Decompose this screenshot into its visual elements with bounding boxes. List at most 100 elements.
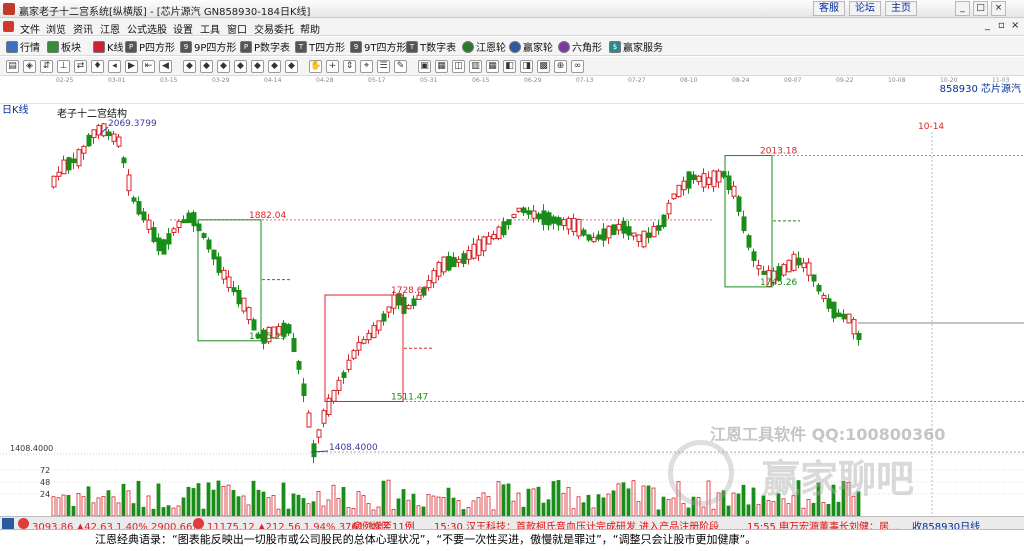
volume-bar [826,503,831,516]
ticker-table-icon [2,518,14,529]
menu-file[interactable]: 文件 [20,21,40,36]
forum-button[interactable]: 论坛 [849,1,881,16]
tool-icon[interactable]: ☰ [377,60,390,73]
9t-square-button[interactable]: 9 9T四方形 [350,39,406,54]
menu-settings[interactable]: 设置 [173,21,193,36]
tool-icon[interactable]: ∞ [571,60,584,73]
tool-icon[interactable]: ◂ [108,60,121,73]
menu-formula[interactable]: 公式选股 [127,21,167,36]
candle-body [661,214,667,228]
volume-bar [451,497,456,516]
9p-square-button[interactable]: 9 9P四方形 [180,39,236,54]
news-item[interactable]: 15:55 申万宏源董事长刘健：居… [747,518,899,529]
market-ticker: 3093.86 ▲42.63 1.40% 2900.66亿 11175.12 ▲… [0,516,1024,530]
watermark-seal-icon [668,440,734,506]
volume-bar [671,497,676,516]
candle-body [846,313,852,324]
hexagon-button[interactable]: 六角形 [558,39,602,54]
tool-icon[interactable]: ⊥ [57,60,70,73]
tool-icon[interactable]: ◆ [251,60,264,73]
candle-body [671,193,677,200]
tool-icon[interactable]: ◆ [268,60,281,73]
candle-body [111,133,117,142]
volume-bar [526,488,531,516]
tool-icon[interactable]: ◆ [234,60,247,73]
mdi-close-icon[interactable]: × [1011,20,1019,31]
tool-icon[interactable]: ▩ [537,60,550,73]
t-square-button[interactable]: T T四方形 [295,39,345,54]
tool-icon[interactable]: ✋ [309,60,322,73]
p-number-table-button[interactable]: P P数字表 [240,39,290,54]
menu-browse[interactable]: 浏览 [46,21,66,36]
tool-icon[interactable]: ⇄ [74,60,87,73]
winner-service-button[interactable]: $ 赢家服务 [609,39,663,54]
tool-icon[interactable]: ✎ [394,60,407,73]
tool-icon[interactable]: ◀ [159,60,172,73]
candle-body [61,159,67,175]
date-tick: 08-10 [680,77,698,84]
tool-icon[interactable]: ▦ [435,60,448,73]
candle-body [566,217,572,230]
quote-button[interactable]: 行情 [6,39,40,54]
p-square-button[interactable]: P P四方形 [125,39,175,54]
tool-icon[interactable]: ◆ [183,60,196,73]
volume-bar [651,487,656,516]
price-label: 1882.04 [249,211,286,221]
minimize-icon[interactable]: _ [955,1,970,16]
tool-icon[interactable]: ◆ [217,60,230,73]
close-icon[interactable]: × [991,1,1006,16]
kline-button[interactable]: K线 [93,39,124,54]
t-number-table-button[interactable]: T T数字表 [406,39,456,54]
tool-icon[interactable]: ⊕ [554,60,567,73]
tool-icon[interactable]: ⌖ [360,60,373,73]
date-tick: 03-15 [160,77,178,84]
tool-icon[interactable]: ⇵ [40,60,53,73]
tool-icon[interactable]: ▶ [125,60,138,73]
app-logo-icon [3,3,15,15]
candle-body [541,210,547,225]
menu-info[interactable]: 资讯 [73,21,93,36]
tool-icon[interactable]: ▤ [6,60,19,73]
sh-index-icon [18,518,29,529]
candle-body [611,224,617,235]
menu-tools[interactable]: 工具 [200,21,220,36]
tool-icon[interactable]: ◨ [520,60,533,73]
restore-icon[interactable]: □ [973,1,988,16]
tool-icon[interactable]: ▣ [418,60,431,73]
tool-icon[interactable]: ▦ [486,60,499,73]
tool-icon[interactable]: ◆ [200,60,213,73]
tool-icon[interactable]: ◧ [503,60,516,73]
tool-icon[interactable]: ◆ [285,60,298,73]
tool-icon[interactable]: ▥ [469,60,482,73]
home-button[interactable]: 主页 [885,1,917,16]
mdi-restore-icon[interactable]: ▫ [998,20,1005,31]
menu-trade[interactable]: 交易委托 [254,21,294,36]
tool-icon[interactable]: ⇕ [343,60,356,73]
menu-gann[interactable]: 江恩 [100,21,120,36]
menu-window[interactable]: 窗口 [227,21,247,36]
news-item[interactable]: 15:30 汉王科技：首款柯氏音血压计完成研发 进入产品注册阶段 [434,518,719,529]
volume-bar [426,494,431,516]
winner-wheel-button[interactable]: 赢家轮 [509,39,553,54]
gann-wheel-button[interactable]: 江恩轮 [462,39,506,54]
news-item[interactable]: 病例增至11例 [352,518,415,529]
9p-square-icon: 9 [180,40,192,53]
tool-icon[interactable]: ◫ [452,60,465,73]
tool-icon[interactable]: ⇤ [142,60,155,73]
candle-body [381,313,387,322]
volume-bar [736,493,741,516]
date-tick: 06-15 [472,77,490,84]
mdi-minimize-icon[interactable]: _ [985,20,990,31]
candle-body [616,223,622,231]
date-tick: 09-22 [836,77,854,84]
tool-icon[interactable]: ◈ [23,60,36,73]
tool-icon[interactable]: ♦ [91,60,104,73]
candle-body [216,256,222,273]
volume-bar [171,507,176,516]
volume-bar [51,496,56,516]
sector-button[interactable]: 板块 [47,39,81,54]
menu-help[interactable]: 帮助 [300,21,320,36]
customer-service-button[interactable]: 客服 [813,1,845,16]
tool-icon[interactable]: + [326,60,339,73]
candle-body [841,313,847,320]
